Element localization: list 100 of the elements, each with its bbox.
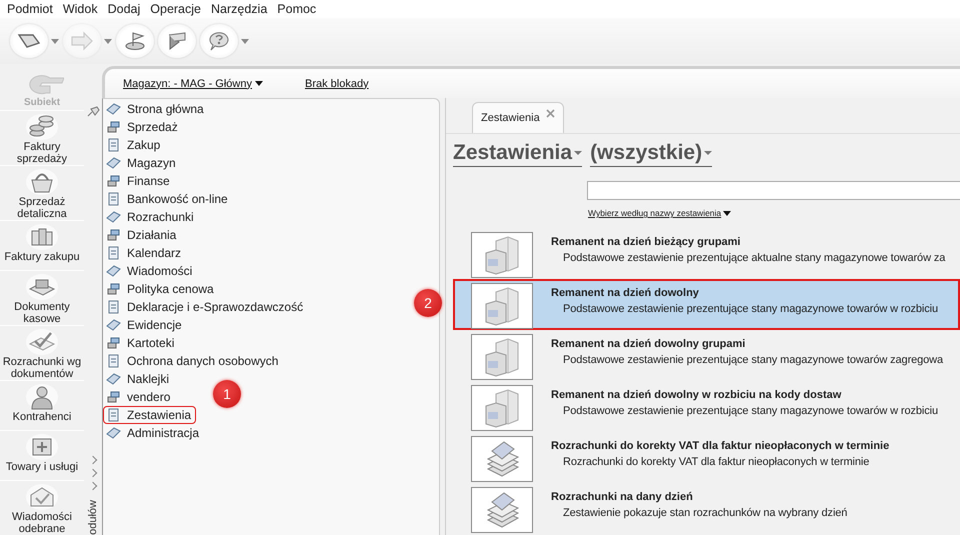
pin-icon[interactable] — [86, 106, 100, 118]
app-name: Subiekt — [24, 96, 60, 108]
warehouse-dropdown[interactable]: Magazyn: - MAG - Główny — [123, 78, 263, 90]
report-title: Remanent na dzień dowolny — [551, 287, 700, 299]
sidebar-item[interactable]: Rozrachunki wg dokumentów — [0, 324, 84, 380]
module-item[interactable]: Wiadomości — [103, 262, 198, 280]
report-title: Remanent na dzień dowolny w rozbiciu na kody dostaw — [551, 389, 842, 401]
caret-icon[interactable] — [51, 38, 59, 44]
document-icon — [106, 138, 121, 152]
module-item[interactable]: Sprzedaż — [103, 118, 183, 136]
module-item[interactable]: Zakup — [103, 136, 166, 154]
report-row[interactable]: Rozrachunki na dany dzień Zestawienie pokazuje stan rozrachunków na wybrany dzień — [453, 483, 960, 534]
coins-icon — [25, 112, 59, 141]
stack-icon — [106, 336, 121, 350]
card-icon — [106, 372, 121, 386]
module-item[interactable]: Kartoteki — [103, 334, 180, 352]
toolbar-button[interactable] — [200, 24, 238, 58]
card-icon — [106, 264, 121, 278]
report-description: Rozrachunki do korekty VAT dla faktur nieopłaconych w terminie — [562, 456, 870, 468]
menu-item[interactable]: Dodaj — [102, 2, 146, 16]
stack-icon — [106, 174, 121, 188]
lock-status-link[interactable]: Brak blokady — [304, 78, 369, 90]
document-icon — [106, 192, 121, 206]
menu-item[interactable]: Pomoc — [272, 2, 322, 16]
caret-icon — [574, 151, 582, 155]
sidebar-item[interactable]: Faktury zakupu — [0, 220, 84, 270]
books-icon — [25, 222, 59, 251]
search-field[interactable] — [587, 181, 960, 200]
report-title: Rozrachunki na dany dzień — [551, 491, 694, 503]
sidebar-item[interactable]: Kontrahenci — [0, 380, 84, 430]
report-row[interactable]: Remanent na dzień dowolny Podstawowe zestawienie prezentujące stany magazynowe towarów w rozbiciu — [453, 279, 960, 330]
category-dropdown[interactable]: Zestawienia — [453, 140, 582, 167]
box-icon — [25, 432, 59, 461]
module-item[interactable]: Ewidencje — [103, 316, 187, 334]
help-icon — [207, 31, 231, 51]
report-row[interactable]: Remanent na dzień dowolny grupami Podstawowe zestawienie prezentujące stany magazynowe towarów zagregowa — [453, 330, 960, 381]
module-item[interactable]: Rozrachunki — [103, 208, 199, 226]
report-title: Remanent na dzień dowolny grupami — [551, 338, 746, 350]
stack-icon — [106, 390, 121, 404]
document-icon — [106, 354, 121, 368]
caret-icon — [704, 151, 712, 155]
module-item[interactable]: Działania — [103, 226, 182, 244]
module-item[interactable]: Deklaracje i e-Sprawozdawczość — [103, 298, 308, 316]
sidebar-item[interactable]: Wiadomości odebrane — [0, 480, 84, 535]
person-icon — [25, 382, 59, 411]
card-icon — [106, 210, 121, 224]
sort-dropdown[interactable]: Wybierz według nazwy zestawienia — [588, 208, 732, 218]
caret-icon[interactable] — [241, 38, 249, 44]
module-item[interactable]: Bankowość on-line — [103, 190, 233, 208]
card-icon — [106, 318, 121, 332]
sidebar-item[interactable]: Dokumenty kasowe — [0, 270, 84, 325]
menu-item[interactable]: Operacje — [145, 2, 206, 16]
menu-item[interactable]: Podmiot — [2, 2, 58, 16]
document-icon — [106, 408, 121, 422]
flag-icon — [123, 31, 147, 51]
report-description: Podstawowe zestawienie prezentujące stany magazynowe towarów w rozbiciu — [562, 405, 938, 417]
filter-dropdown[interactable]: (wszystkie) — [590, 140, 712, 167]
tab-label: Zestawienia — [481, 112, 540, 124]
document-icon — [106, 300, 121, 314]
stack-icon — [106, 282, 121, 296]
strip-label: odułów — [87, 500, 99, 535]
stack-icon — [106, 228, 121, 242]
report-row[interactable]: Rozrachunki do korekty VAT dla faktur nieopłaconych w terminie Rozrachunki do korekty VAT dla faktur nieopłaconych w terminie — [453, 432, 960, 483]
menu-item[interactable]: Narzędzia — [206, 2, 272, 16]
basket-icon — [25, 168, 59, 196]
stack-icon — [106, 120, 121, 134]
module-item[interactable]: Ochrona danych osobowych — [103, 352, 284, 370]
report-description: Podstawowe zestawienie prezentujące stany magazynowe towarów w rozbiciu — [562, 303, 938, 315]
sidebar-item[interactable]: Faktury sprzedaży — [0, 110, 84, 165]
document-icon — [106, 246, 121, 260]
module-item[interactable]: Magazyn — [103, 154, 181, 172]
module-item[interactable]: Administracja — [103, 424, 204, 442]
report-description: Podstawowe zestawienie prezentujące stany magazynowe towarów zagregowa — [562, 354, 944, 366]
card-icon — [106, 102, 121, 116]
caret-icon — [254, 81, 263, 86]
module-item[interactable]: vendero — [103, 388, 176, 406]
close-icon[interactable] — [546, 109, 555, 118]
module-item[interactable]: Finanse — [103, 172, 175, 190]
card-icon — [106, 156, 121, 170]
report-row[interactable]: Remanent na dzień dowolny w rozbiciu na kody dostaw Podstawowe zestawienie prezentujące stany magazynowe towarów w rozbiciu — [453, 381, 960, 432]
module-item[interactable]: Kalendarz — [103, 244, 186, 262]
caret-icon — [723, 210, 732, 216]
module-item[interactable]: Zestawienia — [103, 406, 196, 424]
report-title: Rozrachunki do korekty VAT dla faktur nieopłaconych w terminie — [551, 440, 890, 452]
report-row[interactable]: Remanent na dzień bieżący grupami Podstawowe zestawienie prezentujące aktualne stany magazynowe towarów za — [453, 228, 960, 279]
card-icon — [106, 426, 121, 440]
module-item[interactable]: Polityka cenowa — [103, 280, 219, 298]
cash-register-icon — [25, 272, 59, 301]
report-description: Podstawowe zestawienie prezentujące aktualne stany magazynowe towarów za — [562, 252, 946, 264]
sidebar-item[interactable]: Towary i usługi — [0, 430, 84, 480]
toolbar-button[interactable] — [116, 24, 154, 58]
module-item[interactable]: Strona główna — [103, 100, 209, 118]
report-title: Remanent na dzień bieżący grupami — [551, 236, 742, 248]
module-item[interactable]: Naklejki — [103, 370, 174, 388]
toolbar-button[interactable] — [158, 24, 196, 58]
menu-item[interactable]: Widok — [58, 2, 103, 16]
sidebar-item[interactable]: Sprzedaż detaliczna — [0, 164, 84, 220]
tab[interactable]: Zestawienia — [472, 102, 564, 133]
toolbar-button[interactable] — [10, 24, 48, 58]
checkmark-icon — [25, 328, 59, 356]
